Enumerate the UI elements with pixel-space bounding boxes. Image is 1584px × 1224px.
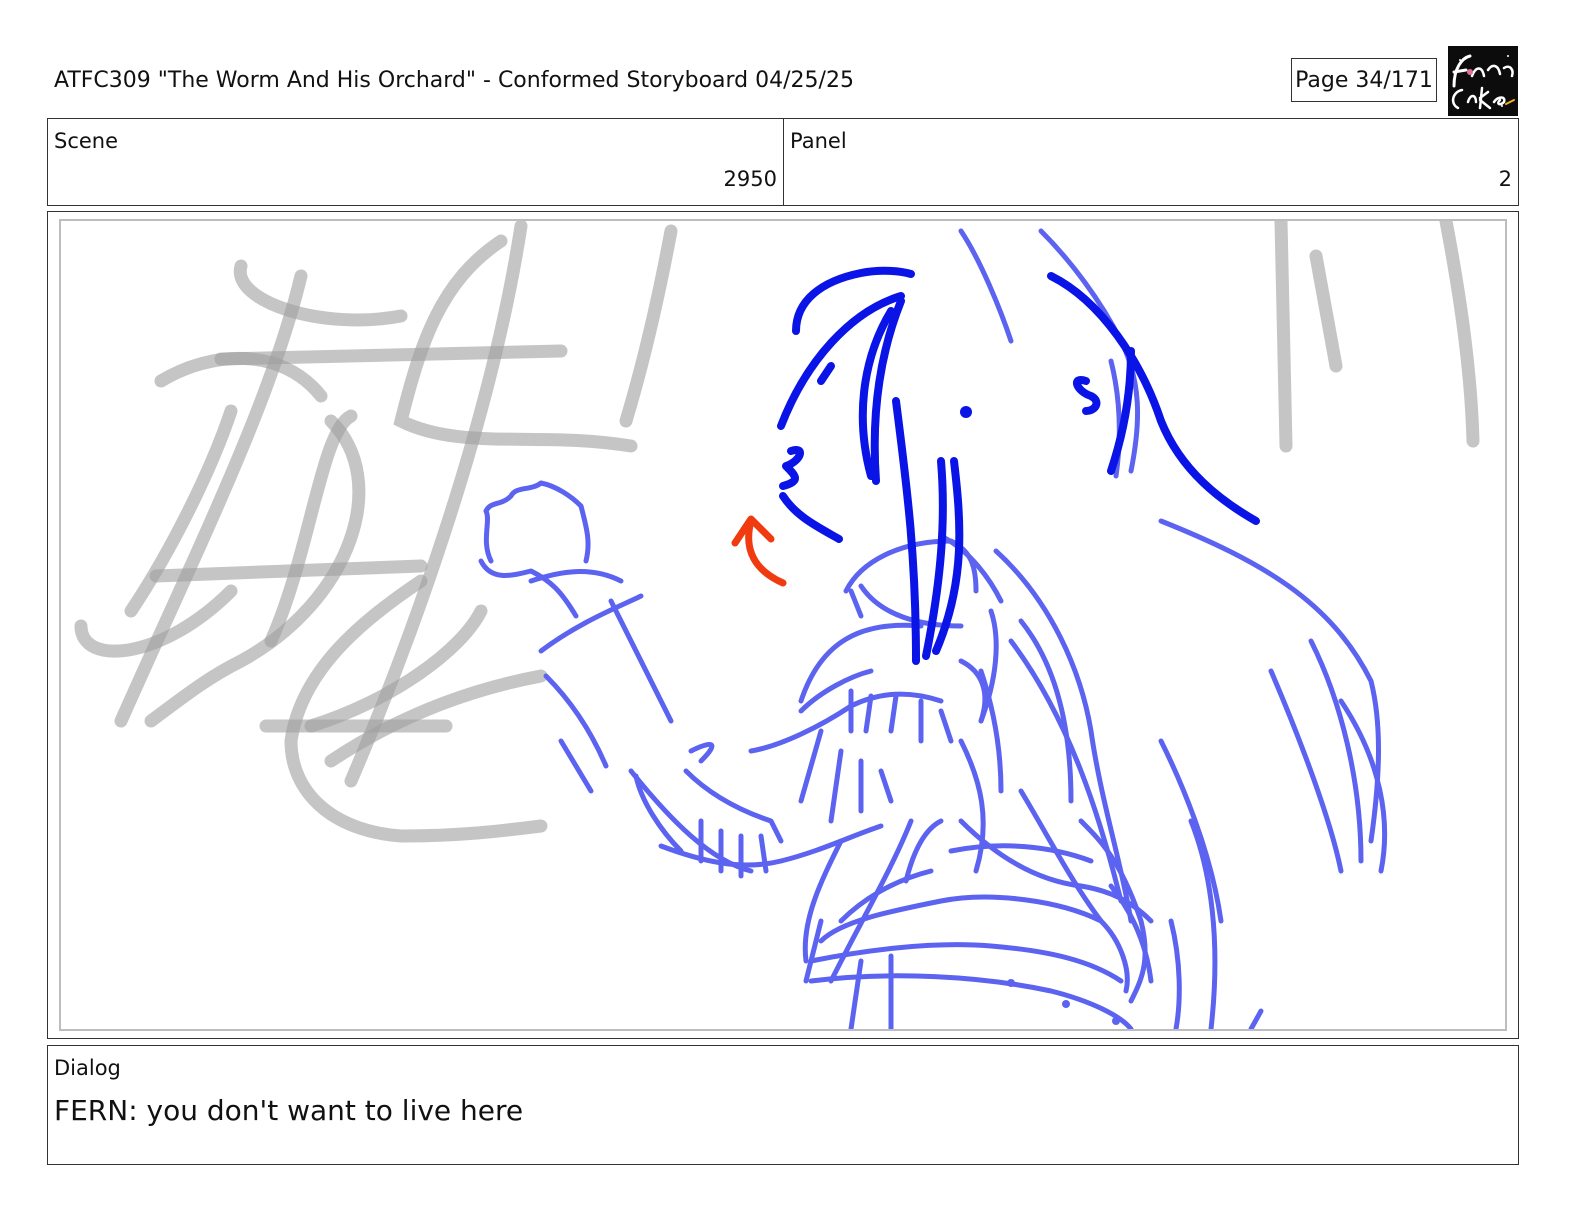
key-lines <box>777 266 1260 665</box>
document-title: ATFC309 "The Worm And His Orchard" - Con… <box>54 68 854 93</box>
scene-cell: Scene 2950 <box>48 119 784 205</box>
fionna-and-cake-logo <box>1448 46 1518 116</box>
page-indicator: Page 34/171 <box>1291 58 1437 102</box>
dialog-text: FERN: you don't want to live here <box>54 1094 524 1127</box>
dialog-box: Dialog FERN: you don't want to live here <box>47 1045 1519 1165</box>
motion-arrow <box>731 515 787 587</box>
storyboard-sketch <box>74 221 1480 1029</box>
eye-dot <box>960 406 972 418</box>
panel-drawing-area <box>59 219 1507 1031</box>
scene-number: 2950 <box>723 167 777 191</box>
page-number: 34/171 <box>1355 67 1433 93</box>
page-label: Page <box>1295 67 1349 93</box>
panel-label: Panel <box>790 129 847 153</box>
panel-number: 2 <box>1498 167 1512 191</box>
dialog-label: Dialog <box>54 1056 121 1080</box>
storyboard-panel <box>47 211 1519 1039</box>
panel-cell: Panel 2 <box>784 119 1518 205</box>
scene-label: Scene <box>54 129 119 153</box>
scene-panel-info: Scene 2950 Panel 2 <box>47 118 1519 206</box>
